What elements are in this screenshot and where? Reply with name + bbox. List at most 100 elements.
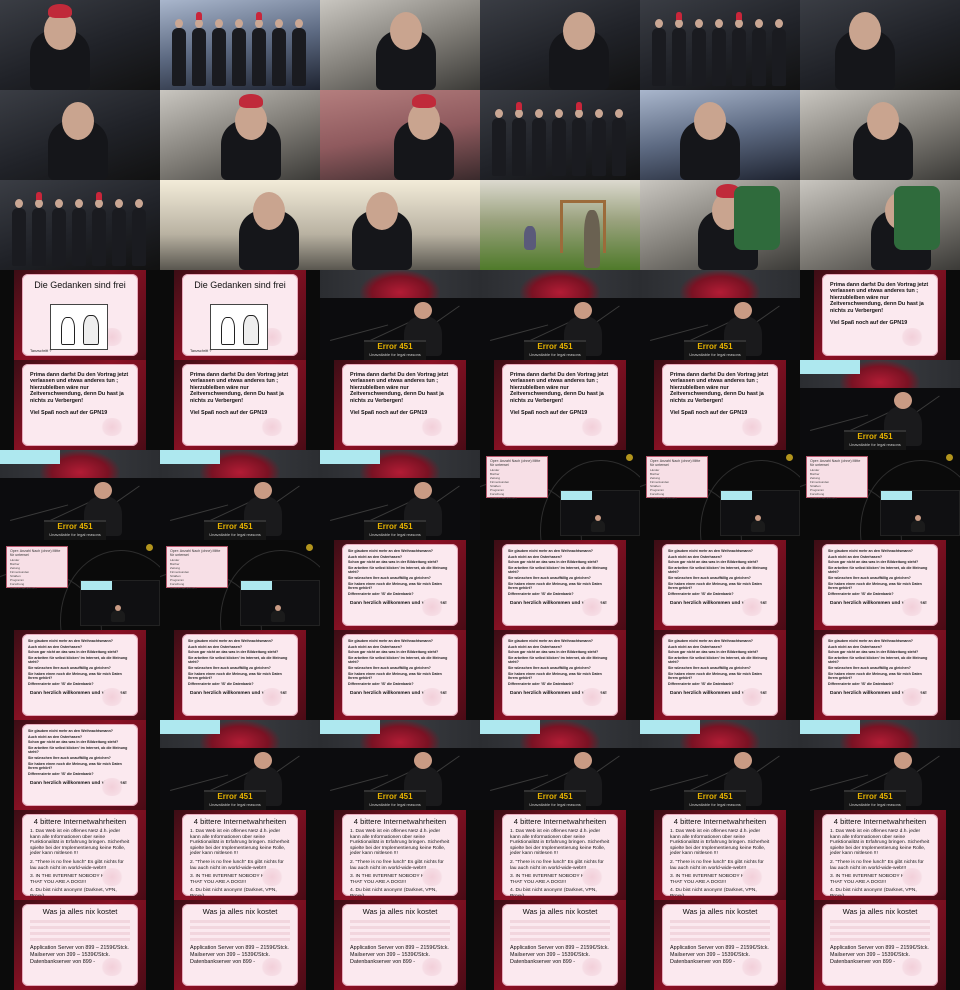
slide-question: Sie arbeiten für selbst klicken' im Inte…	[668, 565, 768, 575]
menu-slide: Oper: Anzahl Nach (ohne) Mitte für unter…	[166, 546, 228, 590]
slide-question: Sie haben einen noch die Meinung, was fü…	[28, 761, 122, 771]
cartoon-figure-right	[83, 315, 99, 345]
cartoon-image	[50, 304, 108, 350]
slide-panel: Was ja alles nix kostet Application Serve…	[822, 904, 938, 986]
slide-title: Was ja alles nix kostet	[682, 907, 758, 916]
frame-questions: Sie glauben nicht mehr an den Weihnachts…	[320, 630, 480, 720]
slide-panel: Sie glauben nicht mehr an den Weihnachts…	[342, 634, 458, 716]
slide-question: Sie haben einen noch die Meinung, was fü…	[828, 581, 922, 591]
slide-watermark	[420, 958, 444, 976]
slide-question-list: Sie glauben nicht mehr an den Weihnachts…	[342, 634, 458, 686]
slide-panel: Die Gedanken sind frei Tanzschritt ?	[182, 274, 298, 356]
screen-glow	[160, 450, 220, 464]
band-member	[12, 199, 26, 266]
video-frame-man-window	[320, 180, 480, 270]
slide-question: Sie arbeiten für selbst klicken' im Inte…	[508, 655, 608, 665]
slide-point: 2. "There is no free lunch" Es gibt nich…	[670, 859, 764, 871]
red-hair	[239, 94, 263, 108]
slide-panel: 4 bittere Internetwahrheiten 1. Das Web i…	[22, 814, 138, 896]
band-member	[552, 109, 566, 176]
stage-cable	[490, 324, 549, 341]
video-frame-green-jacket-band	[800, 180, 960, 270]
podium-subtitle: Unavailable for legal reasons	[849, 442, 901, 447]
slide-side-logo	[790, 648, 798, 708]
stage-cable	[650, 774, 709, 791]
slide-watermark	[100, 868, 124, 886]
podium-subtitle: Unavailable for legal reasons	[369, 352, 421, 357]
podium: Error 451 Unavailable for legal reasons	[364, 340, 426, 360]
slide-question-list: Sie glauben nicht mehr an den Weihnachts…	[502, 634, 618, 686]
slide-question-list: Sie glauben nicht mehr an den Weihnachts…	[342, 544, 458, 596]
frame-internet: 4 bittere Internetwahrheiten 1. Das Web i…	[160, 810, 320, 900]
slide-side-logo	[150, 378, 158, 438]
frame-questions: Sie glauben nicht mehr an den Weihnachts…	[640, 630, 800, 720]
stage-swirl	[520, 270, 600, 298]
stage-cable	[810, 414, 869, 431]
slide-panel: Was ja alles nix kostet Application Serve…	[502, 904, 618, 986]
slide-watermark	[580, 688, 604, 706]
frame-questions: Sie glauben nicht mehr an den Weihnachts…	[0, 720, 160, 810]
slide-title: 4 bittere Internetwahrheiten	[193, 817, 287, 826]
slide-watermark	[740, 418, 764, 436]
person-face	[867, 102, 899, 140]
band-member	[212, 19, 226, 86]
slide-point: 1. Das Web ist ein offenes Netz d.h. jed…	[190, 829, 290, 857]
price-table	[830, 920, 930, 942]
slide-question: Sie haben einen noch die Meinung, was fü…	[508, 581, 602, 591]
band-member	[532, 109, 546, 176]
frame-questions: Sie glauben nicht mehr an den Weihnachts…	[480, 630, 640, 720]
slide-watermark	[420, 418, 444, 436]
slide-footer: Viel Spaß noch auf der GPN19	[510, 410, 588, 417]
mini-screen-glow	[241, 581, 273, 590]
podium-title: Error 451	[857, 432, 893, 441]
slide-question: Sie haben einen noch die Meinung, was fü…	[348, 581, 442, 591]
menu-slide: Oper: Anzahl Nach (ohne) Mitte für unter…	[6, 546, 68, 590]
video-frame-singers-closeup	[480, 0, 640, 90]
slide-panel: Sie glauben nicht mehr an den Weihnachts…	[182, 634, 298, 716]
stage-cable	[650, 324, 709, 341]
slide-footer: Viel Spaß noch auf der GPN19	[190, 410, 268, 417]
video-frame-band-group	[640, 0, 800, 90]
cartoon-figure-left	[221, 317, 235, 345]
slide-side-logo	[310, 828, 318, 888]
menu-header: Oper: Anzahl Nach (ohne) Mitte für unter…	[10, 549, 61, 557]
slide-point: 2. "There is no free lunch" Es gibt nich…	[30, 859, 124, 871]
stage-light	[626, 454, 633, 461]
mini-screen-glow	[81, 581, 113, 590]
band-member	[652, 19, 666, 86]
menu-item: Unsere Nachrichten	[10, 586, 37, 590]
video-frame-punks-closeup	[0, 0, 160, 90]
slide-watermark	[260, 868, 284, 886]
frame-compMenu: Oper: Anzahl Nach (ohne) Mitte für unter…	[160, 540, 320, 630]
screen-glow	[640, 720, 700, 734]
frame-kostet: Was ja alles nix kostet Application Serve…	[480, 900, 640, 990]
slide-panel: 4 bittere Internetwahrheiten 1. Das Web i…	[182, 814, 298, 896]
frame-kostet: Was ja alles nix kostet Application Serve…	[0, 900, 160, 990]
slide-side-logo	[150, 828, 158, 888]
slide-watermark	[740, 868, 764, 886]
video-frame-singer-profile	[800, 90, 960, 180]
frame-stageCyan: Error 451 Unavailable for legal reasons	[480, 720, 640, 810]
slide-side-logo	[150, 738, 158, 798]
price-line: Mailserver von 399 – 1539€/Stck.	[670, 952, 751, 958]
band-member	[172, 19, 186, 86]
stage-cable	[810, 774, 869, 791]
person-face	[563, 12, 595, 50]
band-member	[232, 19, 246, 86]
menu-slide: Oper: Anzahl Nach (ohne) Mitte für unter…	[486, 456, 548, 500]
green-jacket	[894, 186, 940, 250]
slide-question: Sie arbeiten für selbst klicken' im Inte…	[28, 745, 128, 755]
stage-cable	[170, 774, 229, 791]
slide-side-logo	[790, 918, 798, 978]
podium-subtitle: Unavailable for legal reasons	[689, 352, 741, 357]
band-member	[672, 12, 686, 86]
podium-title: Error 451	[697, 342, 733, 351]
mini-speaker	[111, 605, 125, 622]
price-table	[350, 920, 450, 942]
video-frame-man-portrait	[160, 180, 320, 270]
frame-comp: Oper: Anzahl Nach (ohne) Mitte für unter…	[800, 450, 960, 540]
cartoon-figure-right	[243, 315, 259, 345]
slide-watermark	[100, 688, 124, 706]
slide-footer: Viel Spaß noch auf der GPN19	[30, 410, 108, 417]
slide-panel: 4 bittere Internetwahrheiten 1. Das Web i…	[342, 814, 458, 896]
